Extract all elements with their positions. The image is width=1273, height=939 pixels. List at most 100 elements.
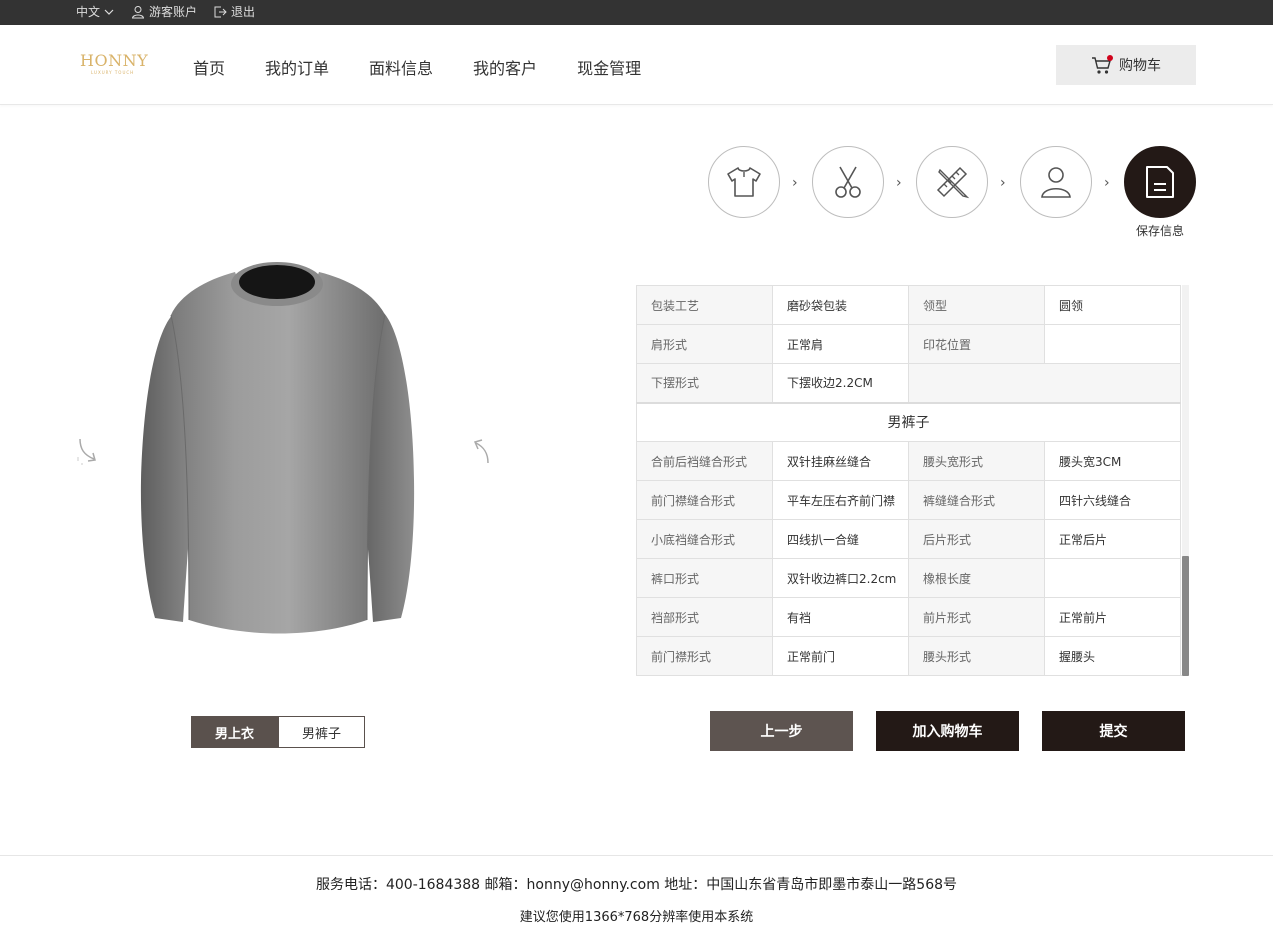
table-row: 下摆形式 下摆收边2.2CM <box>636 363 1181 403</box>
cart-icon <box>1091 55 1113 75</box>
user-icon <box>131 6 145 19</box>
spec-value: 磨砂袋包装 <box>772 285 909 325</box>
garment-tabs: 男上衣 男裤子 <box>191 716 365 748</box>
cart-button[interactable]: 购物车 <box>1056 45 1196 85</box>
spec-label: 前门襟缝合形式 <box>636 480 773 520</box>
step-style[interactable] <box>708 146 780 218</box>
table-row: 肩形式 正常肩 印花位置 <box>636 324 1181 364</box>
logout-icon <box>214 6 227 18</box>
spec-value: 有裆 <box>772 597 909 637</box>
long-sleeve-shirt-image <box>140 262 415 634</box>
spec-label: 裤缝缝合形式 <box>908 480 1045 520</box>
ruler-pencil-icon <box>936 166 970 199</box>
step-save-label: 保存信息 <box>1135 224 1184 238</box>
table-row: 小底裆缝合形式 四线扒一合缝 后片形式 正常后片 <box>636 519 1181 559</box>
rotate-left-icon[interactable] <box>76 435 98 467</box>
table-row: 裤口形式 双针收边裤口2.2cm 橡根长度 <box>636 558 1181 598</box>
chevron-down-icon <box>104 9 114 15</box>
spec-label: 前门襟形式 <box>636 636 773 675</box>
spec-label: 合前后裆缝合形式 <box>636 441 773 481</box>
spec-label: 腰头宽形式 <box>908 441 1045 481</box>
spec-label: 小底裆缝合形式 <box>636 519 773 559</box>
spec-label: 包装工艺 <box>636 285 773 325</box>
language-selector[interactable]: 中文 <box>76 4 114 20</box>
nav-home[interactable]: 首页 <box>193 59 225 79</box>
table-row: 前门襟形式 正常前门 腰头形式 握腰头 <box>636 636 1181 675</box>
submit-button[interactable]: 提交 <box>1042 711 1185 751</box>
spec-label: 腰头形式 <box>908 636 1045 675</box>
cart-label: 购物车 <box>1119 58 1161 74</box>
spec-value <box>1044 324 1181 364</box>
guest-account-label: 游客账户 <box>149 5 198 19</box>
spec-value: 正常前片 <box>1044 597 1181 637</box>
spec-label: 前片形式 <box>908 597 1045 637</box>
spec-value: 握腰头 <box>1044 636 1181 675</box>
table-row: 包装工艺 磨砂袋包装 领型 圆领 <box>636 285 1181 325</box>
spec-table[interactable]: 包装工艺 磨砂袋包装 领型 圆领 肩形式 正常肩 印花位置 下摆形式 下摆收边2… <box>636 285 1189 676</box>
footer-resolution-hint: 建议您使用1366*768分辨率使用本系统 <box>519 910 754 925</box>
table-scrollbar-thumb[interactable] <box>1182 556 1189 676</box>
tab-shirt[interactable]: 男上衣 <box>191 716 278 748</box>
spec-label: 印花位置 <box>908 324 1045 364</box>
step-arrow: › <box>1104 175 1110 191</box>
spec-value: 正常后片 <box>1044 519 1181 559</box>
tab-pants[interactable]: 男裤子 <box>278 716 365 748</box>
nav-cash-management[interactable]: 现金管理 <box>577 59 641 79</box>
spec-value: 四线扒一合缝 <box>772 519 909 559</box>
save-icon <box>1146 166 1174 198</box>
spec-value: 双针收边裤口2.2cm <box>772 558 909 598</box>
spec-label: 裤口形式 <box>636 558 773 598</box>
main-nav: 首页 我的订单 面料信息 我的客户 现金管理 <box>193 59 681 79</box>
cart-notification-dot <box>1107 55 1113 61</box>
spec-value: 平车左压右齐前门襟 <box>772 480 909 520</box>
spec-label: 下摆形式 <box>636 363 773 403</box>
nav-my-customers[interactable]: 我的客户 <box>473 59 537 79</box>
table-row: 合前后裆缝合形式 双针挂麻丝缝合 腰头宽形式 腰头宽3CM <box>636 441 1181 481</box>
logout-label: 退出 <box>231 5 256 19</box>
spec-label: 裆部形式 <box>636 597 773 637</box>
spec-value <box>1044 558 1181 598</box>
logo[interactable]: HONNY LUXURY TOUCH <box>80 51 160 76</box>
garment-preview[interactable] <box>135 260 425 640</box>
spec-value: 正常前门 <box>772 636 909 675</box>
spec-value: 四针六线缝合 <box>1044 480 1181 520</box>
step-customer[interactable] <box>1020 146 1092 218</box>
header: HONNY LUXURY TOUCH 首页 我的订单 面料信息 我的客户 现金管… <box>0 25 1273 105</box>
previous-step-button[interactable]: 上一步 <box>710 711 853 751</box>
spec-value: 正常肩 <box>772 324 909 364</box>
step-arrow: › <box>1000 175 1006 191</box>
scissors-icon <box>835 166 861 198</box>
spec-label: 领型 <box>908 285 1045 325</box>
table-section-row: 男裤子 <box>636 401 1181 442</box>
step-fabric[interactable] <box>812 146 884 218</box>
nav-my-orders[interactable]: 我的订单 <box>265 59 329 79</box>
spec-value: 腰头宽3CM <box>1044 441 1181 481</box>
section-title: 男裤子 <box>636 401 1181 442</box>
spec-label: 橡根长度 <box>908 558 1045 598</box>
logout-link[interactable]: 退出 <box>213 4 255 20</box>
guest-account-link[interactable]: 游客账户 <box>131 4 197 20</box>
spec-value: 下摆收边2.2CM <box>772 363 909 403</box>
rotate-right-icon[interactable] <box>472 435 494 467</box>
user-icon <box>1041 167 1071 198</box>
step-arrow: › <box>896 175 902 191</box>
add-to-cart-button[interactable]: 加入购物车 <box>876 711 1019 751</box>
empty-cell <box>908 363 1181 403</box>
table-row: 前门襟缝合形式 平车左压右齐前门襟 裤缝缝合形式 四针六线缝合 <box>636 480 1181 520</box>
step-save-info[interactable] <box>1124 146 1196 218</box>
footer: 服务电话：400-1684388 邮箱：honny@honny.com 地址：中… <box>0 855 1273 939</box>
language-label: 中文 <box>76 5 101 19</box>
step-arrow: › <box>792 175 798 191</box>
logo-tagline: LUXURY TOUCH <box>91 70 135 75</box>
logo-brand: HONNY <box>80 51 149 70</box>
step-measure[interactable] <box>916 146 988 218</box>
table-row: 裆部形式 有裆 前片形式 正常前片 <box>636 597 1181 637</box>
spec-value: 圆领 <box>1044 285 1181 325</box>
spec-label: 肩形式 <box>636 324 773 364</box>
top-utility-bar: 中文 游客账户 退出 <box>0 0 1273 25</box>
shirt-icon <box>727 167 761 197</box>
nav-fabric-info[interactable]: 面料信息 <box>369 59 433 79</box>
footer-contact: 服务电话：400-1684388 邮箱：honny@honny.com 地址：中… <box>315 877 958 893</box>
spec-value: 双针挂麻丝缝合 <box>772 441 909 481</box>
spec-label: 后片形式 <box>908 519 1045 559</box>
